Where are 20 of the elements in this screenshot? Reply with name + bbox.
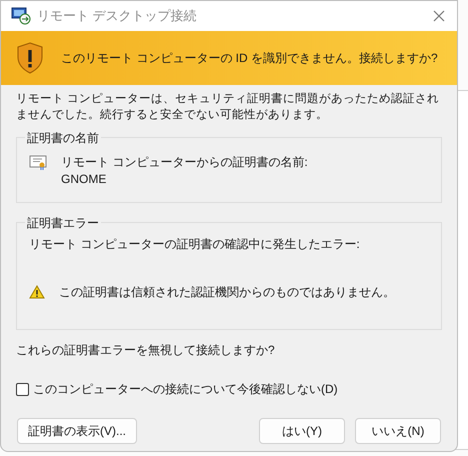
- certificate-name-value: GNOME: [61, 171, 108, 188]
- warning-icon: [29, 285, 45, 299]
- certificate-icon: [29, 155, 47, 171]
- dialog-button[interactable]: はい(Y): [259, 418, 345, 444]
- close-icon[interactable]: [433, 10, 445, 22]
- shield-warning-icon: [17, 42, 43, 74]
- description-text: リモート コンピューターは、セキュリティ証明書に問題があったため認証されませんでした。続行すると安全でない可能性があります。: [16, 92, 440, 123]
- error-intro-text: リモート コンピューターの証明書の確認中に発生したエラー:: [29, 236, 360, 253]
- group-legend: 証明書の名前: [25, 129, 101, 147]
- window-title: リモート デスクトップ接続: [37, 7, 197, 26]
- checkbox[interactable]: [16, 382, 29, 396]
- dialog-button[interactable]: いいえ(N): [355, 418, 441, 444]
- error-text: この証明書は信頼された認証機関からのものではありません。: [59, 284, 395, 301]
- group-legend: 証明書エラー: [25, 214, 101, 232]
- certificate-name-label: リモート コンピューターからの証明書の名前:: [61, 154, 308, 171]
- remote-desktop-icon: [11, 7, 31, 25]
- banner-text: このリモート コンピューターの ID を識別できません。接続しますか?: [61, 50, 438, 67]
- checkbox-label: このコンピューターへの接続について今後確認しない(D): [33, 381, 338, 398]
- question-text: これらの証明書エラーを無視して接続しますか?: [15, 342, 276, 359]
- dialog-button[interactable]: 証明書の表示(V)...: [17, 418, 137, 444]
